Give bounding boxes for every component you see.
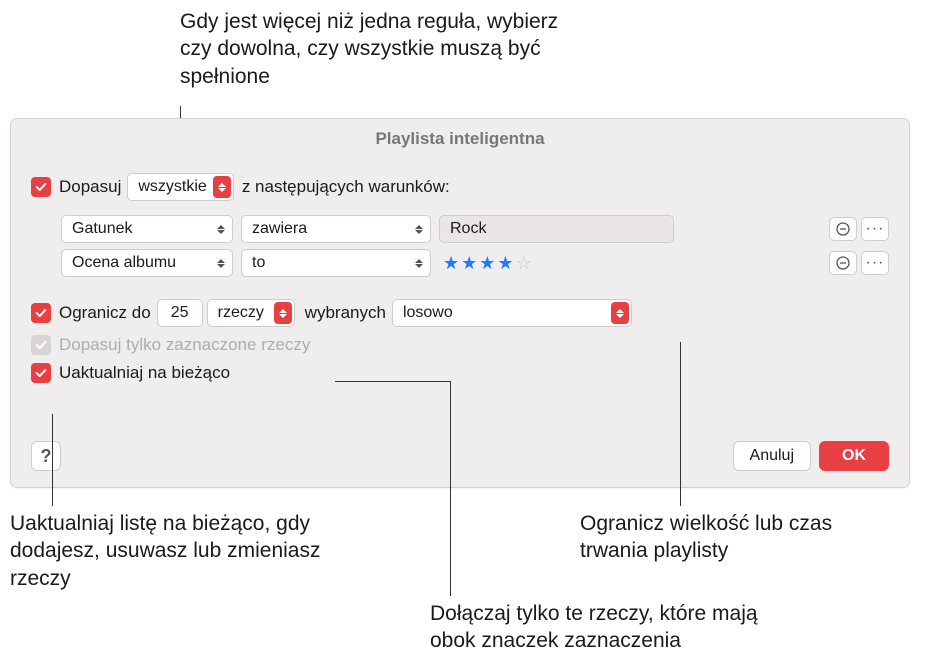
star-icon: ★ [443,253,459,274]
rule-value-input[interactable]: Rock [439,215,674,243]
match-checked-checkbox[interactable] [31,335,51,355]
chevron-updown-icon [274,302,292,324]
rule-field-value: Gatunek [72,220,206,238]
remove-rule-button[interactable] [829,217,857,241]
help-button[interactable]: ? [31,441,61,471]
chevron-updown-icon [212,252,230,274]
match-suffix: z następujących warunków: [242,177,450,197]
limit-unit-value: rzeczy [218,304,268,322]
chevron-updown-icon [213,176,231,198]
rule-field-select[interactable]: Gatunek [61,215,233,243]
limit-method-value: losowo [403,304,605,322]
annotation-bottom-right: Ogranicz wielkość lub czas trwania playl… [580,510,890,565]
dots-icon: ··· [866,220,885,238]
limit-count-input[interactable]: 25 [157,299,203,327]
rule-row: Ocena albumu to ★ ★ ★ ★ ☆ [61,249,889,277]
star-icon: ★ [461,253,477,274]
rule-operator-value: to [252,254,404,272]
rule-field-select[interactable]: Ocena albumu [61,249,233,277]
rule-more-button[interactable]: ··· [861,251,889,275]
star-empty-icon: ☆ [516,253,532,274]
dialog-footer: ? Anuluj OK [31,441,889,471]
live-update-label: Uaktualniaj na bieżąco [59,363,230,383]
limit-label: Ogranicz do [59,303,151,323]
match-checked-label: Dopasuj tylko zaznaczone rzeczy [59,335,310,355]
match-row: Dopasuj wszystkie z następujących warunk… [31,173,889,201]
live-update-checkbox[interactable] [31,363,51,383]
match-label: Dopasuj [59,177,121,197]
limit-row: Ogranicz do 25 rzeczy wybranych losowo [31,299,889,327]
rule-field-value: Ocena albumu [72,254,206,272]
annotation-bottom-left: Uaktualniaj listę na bieżąco, gdy dodaje… [10,510,340,592]
leader-line [52,414,53,506]
minus-icon [836,256,850,270]
limit-selected-label: wybranych [305,303,386,323]
chevron-updown-icon [611,302,629,324]
live-update-row: Uaktualniaj na bieżąco [31,363,889,383]
ok-button[interactable]: OK [819,441,889,471]
rule-row: Gatunek zawiera Rock ··· [61,215,889,243]
limit-checkbox[interactable] [31,303,51,323]
leader-line [450,381,451,596]
leader-line [335,381,450,382]
rule-operator-select[interactable]: zawiera [241,215,431,243]
smart-playlist-dialog: Playlista inteligentna Dopasuj wszystkie… [10,118,910,488]
dots-icon: ··· [866,254,885,272]
match-mode-select[interactable]: wszystkie [127,173,233,201]
remove-rule-button[interactable] [829,251,857,275]
rule-more-button[interactable]: ··· [861,217,889,241]
rule-value-stars[interactable]: ★ ★ ★ ★ ☆ [443,253,532,274]
rule-operator-select[interactable]: to [241,249,431,277]
match-checked-row: Dopasuj tylko zaznaczone rzeczy [31,335,889,355]
chevron-updown-icon [410,252,428,274]
minus-icon [836,222,850,236]
rule-operator-value: zawiera [252,220,404,238]
limit-method-select[interactable]: losowo [392,299,632,327]
cancel-button[interactable]: Anuluj [733,441,811,471]
star-icon: ★ [497,253,513,274]
annotation-top: Gdy jest więcej niż jedna reguła, wybier… [180,8,580,90]
chevron-updown-icon [410,218,428,240]
annotation-bottom-mid: Dołączaj tylko te rzeczy, które mają obo… [430,600,790,655]
leader-line [680,342,681,506]
match-checkbox[interactable] [31,177,51,197]
dialog-title: Playlista inteligentna [11,129,909,159]
star-icon: ★ [479,253,495,274]
match-mode-value: wszystkie [138,178,206,196]
limit-unit-select[interactable]: rzeczy [207,299,295,327]
rules-container: Gatunek zawiera Rock ··· Ocena [31,209,889,293]
chevron-updown-icon [212,218,230,240]
